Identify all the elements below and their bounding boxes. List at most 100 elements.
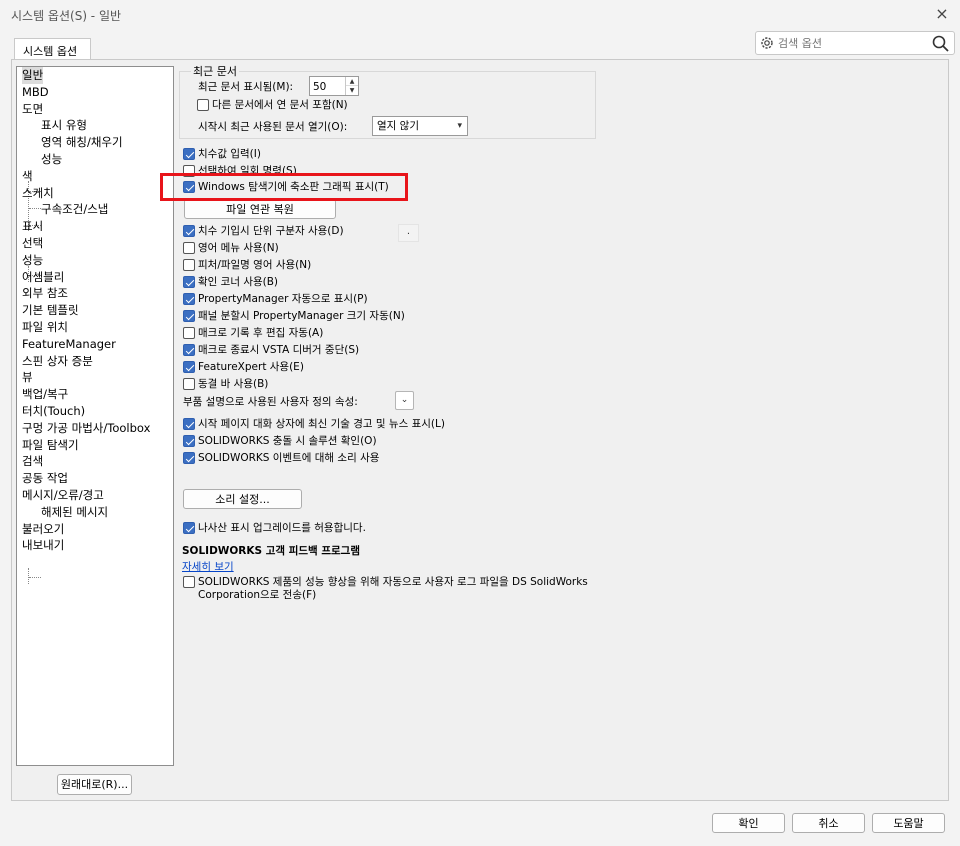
custom-prop-label: 부품 설명으로 사용된 사용자 정의 속성: xyxy=(183,396,358,408)
tree-item[interactable]: 메시지/오류/경고 xyxy=(22,487,104,504)
upgrade-label: 나사산 표시 업그레이드를 허용합니다. xyxy=(198,522,366,534)
option-label: PropertyManager 자동으로 표시(P) xyxy=(198,293,368,305)
tree-item[interactable]: 해제된 메시지 xyxy=(41,504,108,521)
startup-recent-label: 시작시 최근 사용된 문서 열기(O): xyxy=(198,121,348,133)
spin-up-icon[interactable]: ▲ xyxy=(346,77,358,86)
option-checkbox[interactable] xyxy=(183,181,195,193)
help-button[interactable]: 도움말 xyxy=(872,813,945,833)
option-label: 선택하여 일회 명령(S) xyxy=(198,164,297,177)
search-input[interactable] xyxy=(778,35,928,52)
tree-item[interactable]: 공동 작업 xyxy=(22,470,68,487)
option-checkbox[interactable] xyxy=(183,361,195,373)
option-label: 치수 기입시 단위 구분자 사용(D) xyxy=(198,225,344,237)
option-label: FeatureXpert 사용(E) xyxy=(198,361,304,373)
option-checkbox[interactable] xyxy=(183,418,195,430)
other-folders-label: 다른 문서에서 연 문서 포함(N) xyxy=(212,99,348,111)
window-title: 시스템 옵션(S) - 일반 xyxy=(11,9,122,23)
tree-item[interactable]: 선택 xyxy=(22,235,43,252)
ok-button[interactable]: 확인 xyxy=(712,813,785,833)
option-checkbox[interactable] xyxy=(183,293,195,305)
category-tree[interactable]: 일반 MBD 도면 표시 유형 영역 해칭/채우기 성능 색 스케치 구속조건/스냅 표시 선택 성능… xyxy=(16,66,174,766)
tree-item[interactable]: 성능 xyxy=(41,151,62,168)
tree-item[interactable]: 구속조건/스냅 xyxy=(41,201,108,218)
tree-item[interactable]: 일반 xyxy=(22,67,44,84)
sound-settings-button[interactable]: 소리 설정... xyxy=(183,489,302,509)
option-checkbox[interactable] xyxy=(183,148,195,160)
option-checkbox[interactable] xyxy=(183,452,195,464)
tree-guide xyxy=(29,208,41,209)
option-checkbox[interactable] xyxy=(183,164,195,177)
max-recent-input[interactable] xyxy=(313,79,345,94)
tree-item[interactable]: 외부 참조 xyxy=(22,285,68,302)
startup-recent-value: 열지 않기 xyxy=(377,120,419,132)
tab-system-options[interactable]: 시스템 옵션(S) xyxy=(14,38,91,72)
max-recent-spinner[interactable]: ▲ ▼ xyxy=(309,76,359,96)
startup-recent-dropdown[interactable]: 열지 않기 ▾ xyxy=(372,116,468,136)
max-recent-label: 최근 문서 표시됨(M): xyxy=(198,81,294,93)
tree-item[interactable]: 도면 xyxy=(22,101,43,118)
tree-item[interactable]: 표시 xyxy=(22,218,43,235)
tree-item[interactable]: 뷰 xyxy=(22,369,33,386)
option-label: 동결 바 사용(B) xyxy=(198,378,269,390)
tree-item[interactable]: 색 xyxy=(22,168,33,185)
close-icon[interactable]: × xyxy=(932,4,952,24)
chevron-down-icon: ▾ xyxy=(457,121,462,131)
tree-item[interactable]: 파일 위치 xyxy=(22,319,68,336)
option-label: Windows 탐색기에 축소판 그래픽 표시(T) xyxy=(198,181,389,193)
tree-item[interactable]: 성능 xyxy=(22,252,43,269)
tree-item[interactable]: 터치(Touch) xyxy=(22,403,85,420)
option-checkbox[interactable] xyxy=(183,378,195,390)
tree-item[interactable]: 불러오기 xyxy=(22,521,64,538)
feedback-checkbox[interactable] xyxy=(183,576,195,588)
tree-item[interactable]: 어셈블리 xyxy=(22,269,64,286)
tree-item[interactable]: 기본 템플릿 xyxy=(22,302,79,319)
tree-item[interactable]: 검색 xyxy=(22,453,43,470)
search-icon[interactable] xyxy=(931,34,950,53)
restore-file-assoc-button[interactable]: 파일 연관 복원 xyxy=(184,199,336,219)
option-checkbox[interactable] xyxy=(183,344,195,356)
recent-docs-title: 최근 문서 xyxy=(191,63,239,79)
reset-button[interactable]: 원래대로(R)... xyxy=(57,774,132,795)
option-label: 치수값 입력(I) xyxy=(198,148,261,160)
tree-item[interactable]: MBD xyxy=(22,84,49,101)
title-bar: 시스템 옵션(S) - 일반 × xyxy=(0,0,960,30)
spin-down-icon[interactable]: ▼ xyxy=(346,86,358,95)
chevron-down-icon: ⌄ xyxy=(400,395,409,405)
separator-box[interactable]: . xyxy=(398,224,419,242)
search-box xyxy=(755,31,955,55)
option-checkbox[interactable] xyxy=(183,242,195,254)
tree-item[interactable]: 스케치 xyxy=(22,185,54,202)
tree-item[interactable]: 표시 유형 xyxy=(41,117,87,134)
option-label: 시작 페이지 대화 상자에 최신 기술 경고 및 뉴스 표시(L) xyxy=(198,418,445,430)
option-checkbox[interactable] xyxy=(183,435,195,447)
tree-item[interactable]: 영역 해칭/채우기 xyxy=(41,134,123,151)
option-checkbox[interactable] xyxy=(183,259,195,271)
option-label: SOLIDWORKS 충돌 시 솔루션 확인(O) xyxy=(198,435,377,447)
tree-item[interactable]: 내보내기 xyxy=(22,537,64,554)
other-folders-checkbox[interactable] xyxy=(197,99,209,111)
option-checkbox[interactable] xyxy=(183,276,195,288)
cancel-button[interactable]: 취소 xyxy=(792,813,865,833)
option-label: SOLIDWORKS 이벤트에 대해 소리 사용 xyxy=(198,452,380,464)
option-label: 피처/파일명 영어 사용(N) xyxy=(198,259,312,271)
option-checkbox[interactable] xyxy=(183,310,195,322)
upgrade-checkbox[interactable] xyxy=(183,522,195,534)
custom-prop-dropdown[interactable]: ⌄ xyxy=(395,391,414,410)
tree-item[interactable]: FeatureManager xyxy=(22,336,116,353)
tree-item[interactable]: 백업/복구 xyxy=(22,386,68,403)
tree-guide xyxy=(29,577,41,578)
gear-icon[interactable] xyxy=(759,35,775,51)
option-label: 패널 분할시 PropertyManager 크기 자동(N) xyxy=(198,310,405,322)
option-checkbox[interactable] xyxy=(183,225,195,237)
learn-more-link[interactable]: 자세히 보기 xyxy=(182,559,234,574)
feedback-label-line2: Corporation으로 전송(F) xyxy=(198,589,317,601)
option-label: 매크로 종료시 VSTA 디버거 중단(S) xyxy=(198,344,360,356)
tree-item[interactable]: 구멍 가공 마법사/Toolbox xyxy=(22,420,150,437)
tree-item[interactable]: 스핀 상자 증분 xyxy=(22,353,93,370)
tree-guide xyxy=(28,568,29,584)
option-label: 영어 메뉴 사용(N) xyxy=(198,242,279,254)
feedback-heading: SOLIDWORKS 고객 피드백 프로그램 xyxy=(182,545,360,557)
option-checkbox[interactable] xyxy=(183,327,195,339)
option-label: 매크로 기록 후 편집 자동(A) xyxy=(198,327,324,339)
tree-item[interactable]: 파일 탐색기 xyxy=(22,437,79,454)
